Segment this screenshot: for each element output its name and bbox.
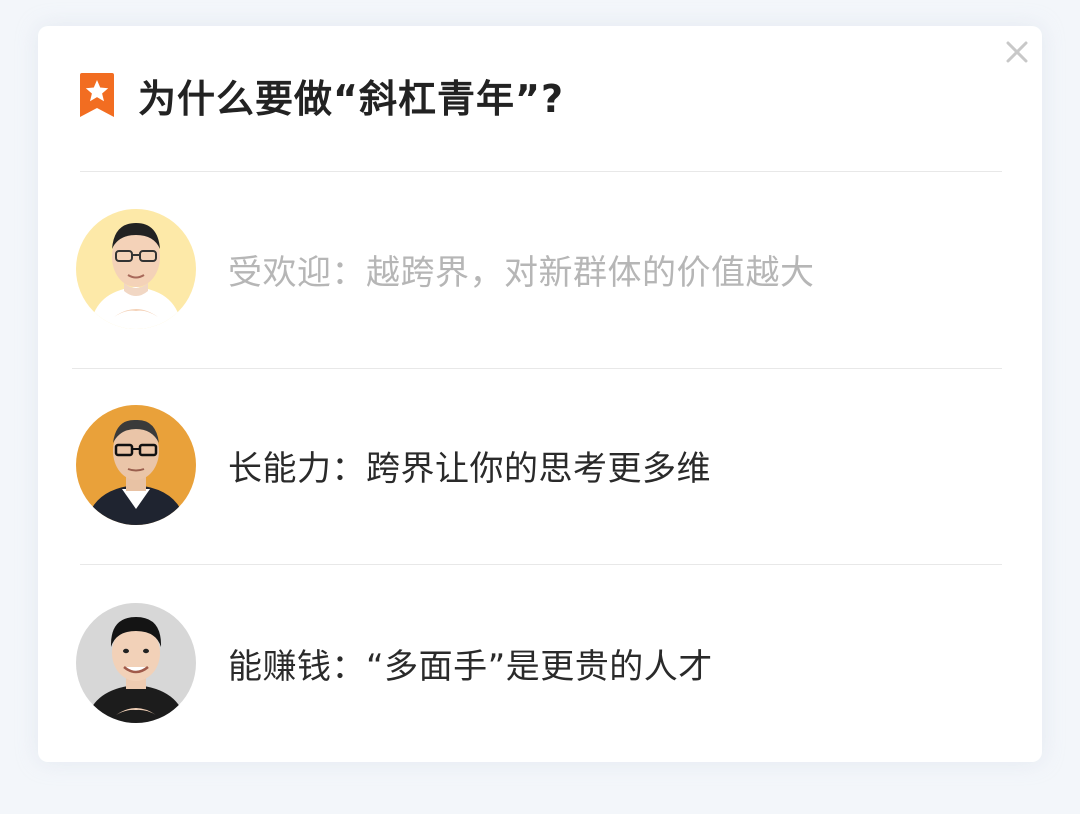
star-bookmark-icon [80,73,114,117]
divider [72,368,1002,369]
reasons-card: 为什么要做“斜杠青年”? 受欢迎：越跨界，对新群体的价值越大 长能力：跨界让你的… [38,26,1042,762]
close-button[interactable] [1003,38,1031,66]
divider [80,564,1002,565]
avatar [76,603,196,723]
reason-row: 能赚钱：“多面手”是更贵的人才 [76,602,996,724]
reason-text: 受欢迎：越跨界，对新群体的价值越大 [228,252,815,293]
reason-text: 长能力：跨界让你的思考更多维 [228,448,711,489]
card-header: 为什么要做“斜杠青年”? [78,70,564,121]
avatar [76,405,196,525]
card-title: 为什么要做“斜杠青年”? [138,76,564,121]
close-icon[interactable] [1003,38,1031,66]
reason-row: 受欢迎：越跨界，对新群体的价值越大 [76,208,996,330]
reason-text: 能赚钱：“多面手”是更贵的人才 [228,646,713,687]
avatar [76,209,196,329]
divider [80,171,1002,172]
reason-row: 长能力：跨界让你的思考更多维 [76,404,996,526]
